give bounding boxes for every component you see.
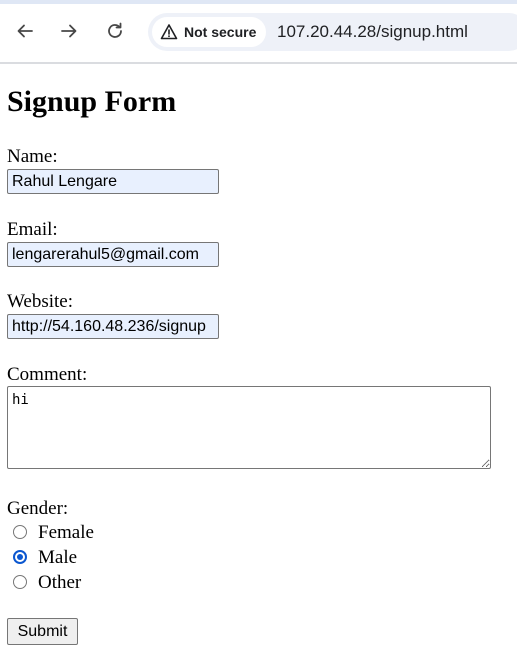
browser-toolbar: Not secure 107.20.44.28/signup.html	[0, 0, 517, 64]
security-indicator[interactable]: Not secure	[152, 17, 267, 47]
gender-option-male-label: Male	[38, 547, 78, 568]
arrow-left-icon	[17, 24, 33, 38]
comment-label: Comment:	[7, 364, 88, 385]
page-title: Signup Form	[7, 85, 177, 118]
gender-radio-other[interactable]	[13, 575, 27, 589]
comment-textarea[interactable]: hi	[7, 386, 491, 469]
website-input[interactable]	[7, 314, 219, 339]
reload-button[interactable]	[101, 17, 129, 45]
warning-icon	[160, 24, 178, 40]
address-bar[interactable]: Not secure 107.20.44.28/signup.html	[148, 13, 517, 51]
gender-option-other-label: Other	[38, 572, 82, 593]
forward-button[interactable]	[55, 17, 83, 45]
name-label: Name:	[7, 146, 58, 167]
gender-option-female-label: Female	[38, 522, 94, 543]
email-input[interactable]	[7, 242, 219, 267]
security-label: Not secure	[184, 24, 257, 40]
url-text[interactable]: 107.20.44.28/signup.html	[277, 22, 468, 42]
gender-radio-male[interactable]	[13, 550, 27, 564]
name-input[interactable]	[7, 169, 219, 194]
website-label: Website:	[7, 291, 74, 312]
arrow-right-icon	[61, 24, 77, 38]
gender-label: Gender:	[7, 498, 69, 519]
back-button[interactable]	[11, 17, 39, 45]
email-label: Email:	[7, 219, 58, 240]
gender-radio-female[interactable]	[13, 525, 27, 539]
reload-icon	[108, 22, 122, 38]
submit-button[interactable]: Submit	[7, 618, 78, 645]
